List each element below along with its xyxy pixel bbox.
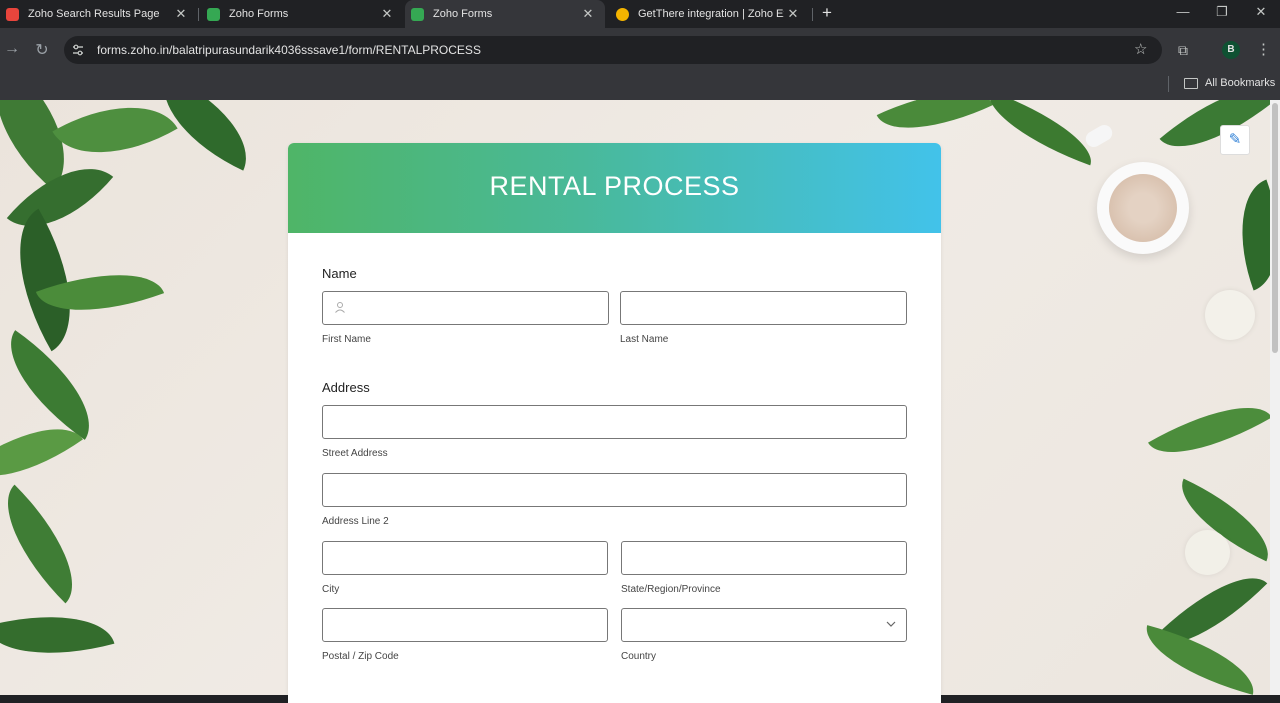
folder-icon	[1184, 77, 1198, 89]
tab-title: Zoho Forms	[229, 8, 289, 20]
tab-title: Zoho Search Results Page	[28, 8, 160, 20]
first-name-input[interactable]	[322, 291, 609, 325]
close-tab-icon[interactable]: ✕	[784, 6, 802, 22]
tab-divider	[198, 8, 199, 21]
chevron-down-icon	[886, 621, 896, 627]
chrome-favicon-icon	[616, 7, 629, 21]
new-tab-button[interactable]: +	[817, 3, 837, 23]
white-flower	[1205, 290, 1255, 340]
bookmark-star-icon[interactable]: ☆	[1134, 40, 1147, 58]
street-address-input[interactable]	[322, 405, 907, 439]
tab-zoho-forms[interactable]: Zoho Forms ✕	[201, 0, 404, 28]
forms-favicon-icon	[411, 7, 424, 21]
tab-getthere[interactable]: GetThere integration | Zoho Exp ✕	[610, 0, 810, 28]
close-tab-icon[interactable]: ✕	[378, 6, 396, 22]
state-input[interactable]	[621, 541, 907, 575]
tab-strip: Zoho Search Results Page ✕ Zoho Forms ✕ …	[0, 0, 1280, 28]
menu-icon[interactable]: ⋮	[1256, 40, 1271, 58]
plant-leaf	[1136, 625, 1264, 695]
forms-favicon-icon	[207, 7, 220, 21]
last-name-input[interactable]	[620, 291, 907, 325]
name-section-label: Name	[322, 266, 357, 281]
plant-leaf	[0, 595, 115, 675]
window-close-icon[interactable]: ✕	[1251, 4, 1271, 20]
site-settings-icon[interactable]	[72, 44, 84, 56]
country-label: Country	[621, 651, 657, 662]
coffee-cup	[1097, 162, 1189, 254]
tab-title: GetThere integration | Zoho Exp	[638, 8, 784, 20]
extensions-icon[interactable]: ⧉	[1178, 42, 1188, 59]
postal-code-label: Postal / Zip Code	[322, 651, 399, 662]
bookmarks-divider	[1168, 76, 1169, 92]
last-name-label: Last Name	[620, 334, 669, 345]
pin-icon[interactable]: ✎	[1220, 125, 1250, 155]
restore-icon[interactable]: ❐	[1212, 4, 1232, 20]
tab-divider	[812, 8, 813, 21]
country-select[interactable]	[621, 608, 907, 642]
address-line2-input[interactable]	[322, 473, 907, 507]
form-title: RENTAL PROCESS	[489, 171, 740, 201]
postal-code-input[interactable]	[322, 608, 608, 642]
city-input[interactable]	[322, 541, 608, 575]
plant-leaf	[1148, 382, 1272, 478]
white-flower	[1185, 530, 1230, 575]
address-section-label: Address	[322, 380, 370, 395]
first-name-label: First Name	[322, 334, 371, 345]
all-bookmarks-button[interactable]: All Bookmarks	[1184, 77, 1275, 89]
close-tab-icon[interactable]: ✕	[579, 6, 597, 22]
plant-leaf	[0, 484, 100, 604]
forward-icon[interactable]: →	[2, 40, 22, 58]
profile-avatar[interactable]: B	[1222, 41, 1240, 59]
tab-zoho-forms-active[interactable]: Zoho Forms ✕	[405, 0, 605, 28]
form-header: RENTAL PROCESS	[288, 143, 941, 233]
scrollbar-thumb[interactable]	[1272, 103, 1278, 353]
person-icon	[335, 302, 345, 313]
street-address-label: Street Address	[322, 448, 388, 459]
close-tab-icon[interactable]: ✕	[172, 6, 190, 22]
form-card: RENTAL PROCESS Name First Name Last Name…	[288, 143, 941, 703]
all-bookmarks-label: All Bookmarks	[1205, 77, 1276, 89]
reload-icon[interactable]: ↻	[32, 40, 52, 60]
tab-zoho-search[interactable]: Zoho Search Results Page ✕	[0, 0, 198, 28]
state-label: State/Region/Province	[621, 584, 721, 595]
plant-leaf	[977, 100, 1103, 166]
city-label: City	[322, 584, 340, 595]
zoho-favicon-icon	[6, 7, 19, 21]
url-text[interactable]: forms.zoho.in/balatripurasundarik4036sss…	[97, 43, 481, 57]
tab-title: Zoho Forms	[433, 8, 493, 20]
minimize-icon[interactable]: —	[1173, 4, 1193, 19]
address-line2-label: Address Line 2	[322, 516, 389, 527]
bookmarks-bar	[0, 72, 1280, 101]
